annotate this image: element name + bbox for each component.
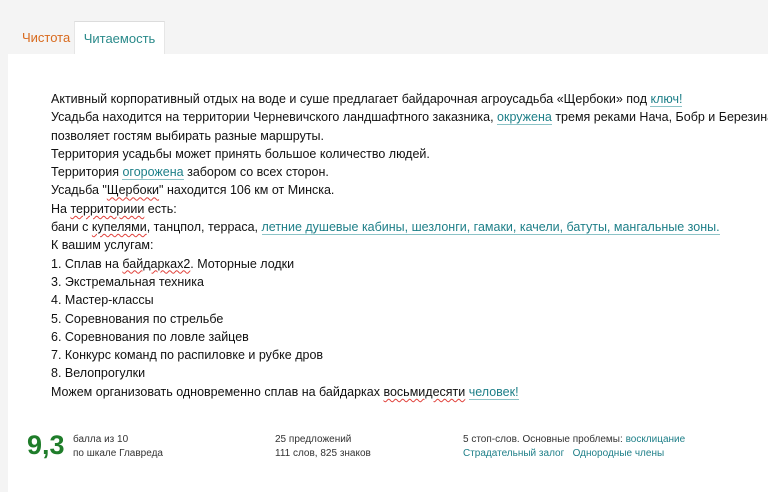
sentence-count: 25 предложений (275, 434, 352, 445)
score-description: балла из 10 по шкале Главреда (73, 434, 163, 459)
tab-bar: Чистота Читаемость (0, 0, 768, 55)
text-line: Территория усадьбы может принять большое… (51, 146, 430, 161)
spellcheck-word[interactable]: байдарках2 (122, 257, 190, 271)
spellcheck-word[interactable]: Щербоки (107, 183, 159, 197)
highlight-passive[interactable]: огорожена (122, 165, 184, 181)
problems-summary: 5 стоп-слов. Основные проблемы: восклица… (463, 434, 686, 459)
text-line: Территория огорожена забором со всех сто… (51, 165, 329, 181)
text-line: 3. Экстремальная техника (51, 274, 204, 289)
spellcheck-word[interactable]: купелями (92, 220, 147, 234)
spellcheck-word[interactable]: восьмидесяти (383, 385, 465, 399)
problem-link-homogeneous[interactable]: Однородные члены (573, 448, 665, 459)
spellcheck-word[interactable]: территориии (70, 202, 144, 216)
text-line: Усадьба "Щербоки" находится 106 км от Ми… (51, 183, 335, 198)
text-line: 5. Соревнования по стрельбе (51, 311, 224, 326)
text-line: На территориии есть: (51, 201, 177, 216)
text-stats: 25 предложений 111 слов, 825 знаков (275, 433, 371, 461)
tab-readability[interactable]: Читаемость (74, 21, 165, 55)
text-line: Активный корпоративный отдых на воде и с… (51, 92, 683, 107)
score-value: 9,3 (27, 430, 65, 460)
highlight-exclamation[interactable]: человек! (468, 384, 519, 400)
tab-clarity[interactable]: Чистота (22, 22, 70, 54)
text-line: 1. Сплав на байдарках2. Моторные лодки (51, 256, 295, 271)
word-count: 111 слов, 825 знаков (275, 448, 371, 459)
problem-link-passive[interactable]: Страдательный залог (463, 448, 564, 459)
text-line: 8. Велопрогулки (51, 366, 146, 381)
text-line: 7. Конкурс команд по распиловке и рубке … (51, 348, 324, 363)
content-panel: Активный корпоративный отдых на воде и с… (8, 54, 768, 492)
highlight-exclamation[interactable]: ключ! (650, 92, 683, 107)
text-line: позволяет гостям выбирать разные маршрут… (51, 128, 325, 143)
text-line: бани с купелями, танцпол, терраса, летни… (51, 220, 720, 236)
text-line: Можем организовать одновременно сплав на… (51, 384, 519, 400)
text-line: 4. Мастер-классы (51, 293, 154, 308)
text-line: 6. Соревнования по ловле зайцев (51, 329, 249, 344)
text-line: К вашим услугам: (51, 238, 154, 253)
highlight-homogeneous[interactable]: летние душевые кабины, шезлонги, гамаки,… (261, 220, 720, 236)
problem-link-exclamation[interactable]: восклицание (626, 434, 686, 445)
analyzed-text[interactable]: Активный корпоративный отдых на воде и с… (51, 90, 768, 401)
highlight-passive[interactable]: окружена (497, 110, 552, 126)
text-line: Усадьба находится на территории Черневич… (51, 110, 768, 126)
